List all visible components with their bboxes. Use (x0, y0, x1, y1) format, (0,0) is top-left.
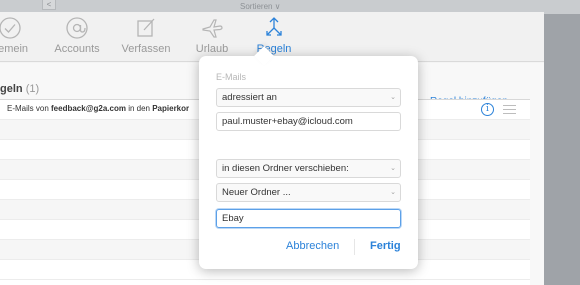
back-arrow-button[interactable]: < (42, 0, 56, 10)
popover-section-label: E-Mails (216, 72, 247, 82)
tab-accounts[interactable]: Accounts (51, 16, 103, 55)
rules-arrows-icon (266, 17, 282, 36)
rule-edit-popover: E-Mails adressiert an ⌄ paul.muster+ebay… (199, 46, 418, 269)
rule-prefix: E-Mails von (7, 104, 52, 113)
airplane-icon (202, 19, 223, 38)
rules-title-text: geln (0, 83, 23, 95)
rules-count: (1) (25, 83, 40, 95)
chevron-down-icon: ⌄ (390, 165, 396, 172)
condition-select-value: adressiert an (222, 92, 277, 103)
condition-value-text: paul.muster+ebay@icloud.com (222, 116, 353, 127)
folder-name-input[interactable]: Ebay (216, 209, 401, 228)
background-edge (544, 22, 580, 285)
rule-sender: feedback@g2a.com (51, 104, 126, 113)
checkmark-circle-icon (0, 17, 21, 39)
tab-general-label: gemein (0, 43, 29, 55)
tab-compose-label: Verfassen (121, 43, 171, 55)
rule-folder: Papierkor (152, 104, 190, 113)
chevron-down-icon: ⌄ (390, 94, 396, 101)
popover-actions: Abbrechen Fertig (199, 239, 418, 260)
tab-compose[interactable]: Verfassen (120, 16, 172, 55)
tab-vacation-label: Urlaub (195, 43, 229, 55)
tab-general[interactable]: gemein (0, 16, 34, 55)
condition-select[interactable]: adressiert an ⌄ (216, 88, 401, 107)
button-divider (354, 239, 355, 255)
tab-rules[interactable]: Regeln (250, 16, 298, 55)
rule-row-text: E-Mails von feedback@g2a.com in den Papi… (7, 104, 189, 113)
action-select[interactable]: in diesen Ordner verschieben: ⌄ (216, 159, 401, 178)
cancel-button[interactable]: Abbrechen (286, 240, 339, 252)
sort-label: Sortieren ∨ (240, 2, 281, 11)
rules-title: geln (1) (0, 83, 39, 95)
action-select-value: in diesen Ordner verschieben: (222, 163, 349, 174)
rule-middle: in den (125, 104, 153, 113)
folder-name-text: Ebay (222, 213, 244, 224)
info-icon[interactable]: i (481, 103, 494, 116)
tab-vacation[interactable]: Urlaub (190, 16, 234, 55)
done-button[interactable]: Fertig (370, 240, 401, 252)
drag-handle-icon[interactable] (503, 105, 516, 117)
at-sign-icon (66, 17, 88, 39)
folder-select[interactable]: Neuer Ordner ... ⌄ (216, 183, 401, 202)
compose-icon (137, 18, 155, 37)
folder-select-value: Neuer Ordner ... (222, 187, 291, 198)
tab-accounts-label: Accounts (54, 43, 100, 55)
chevron-down-icon: ⌄ (390, 189, 396, 196)
condition-value-input[interactable]: paul.muster+ebay@icloud.com (216, 112, 401, 131)
